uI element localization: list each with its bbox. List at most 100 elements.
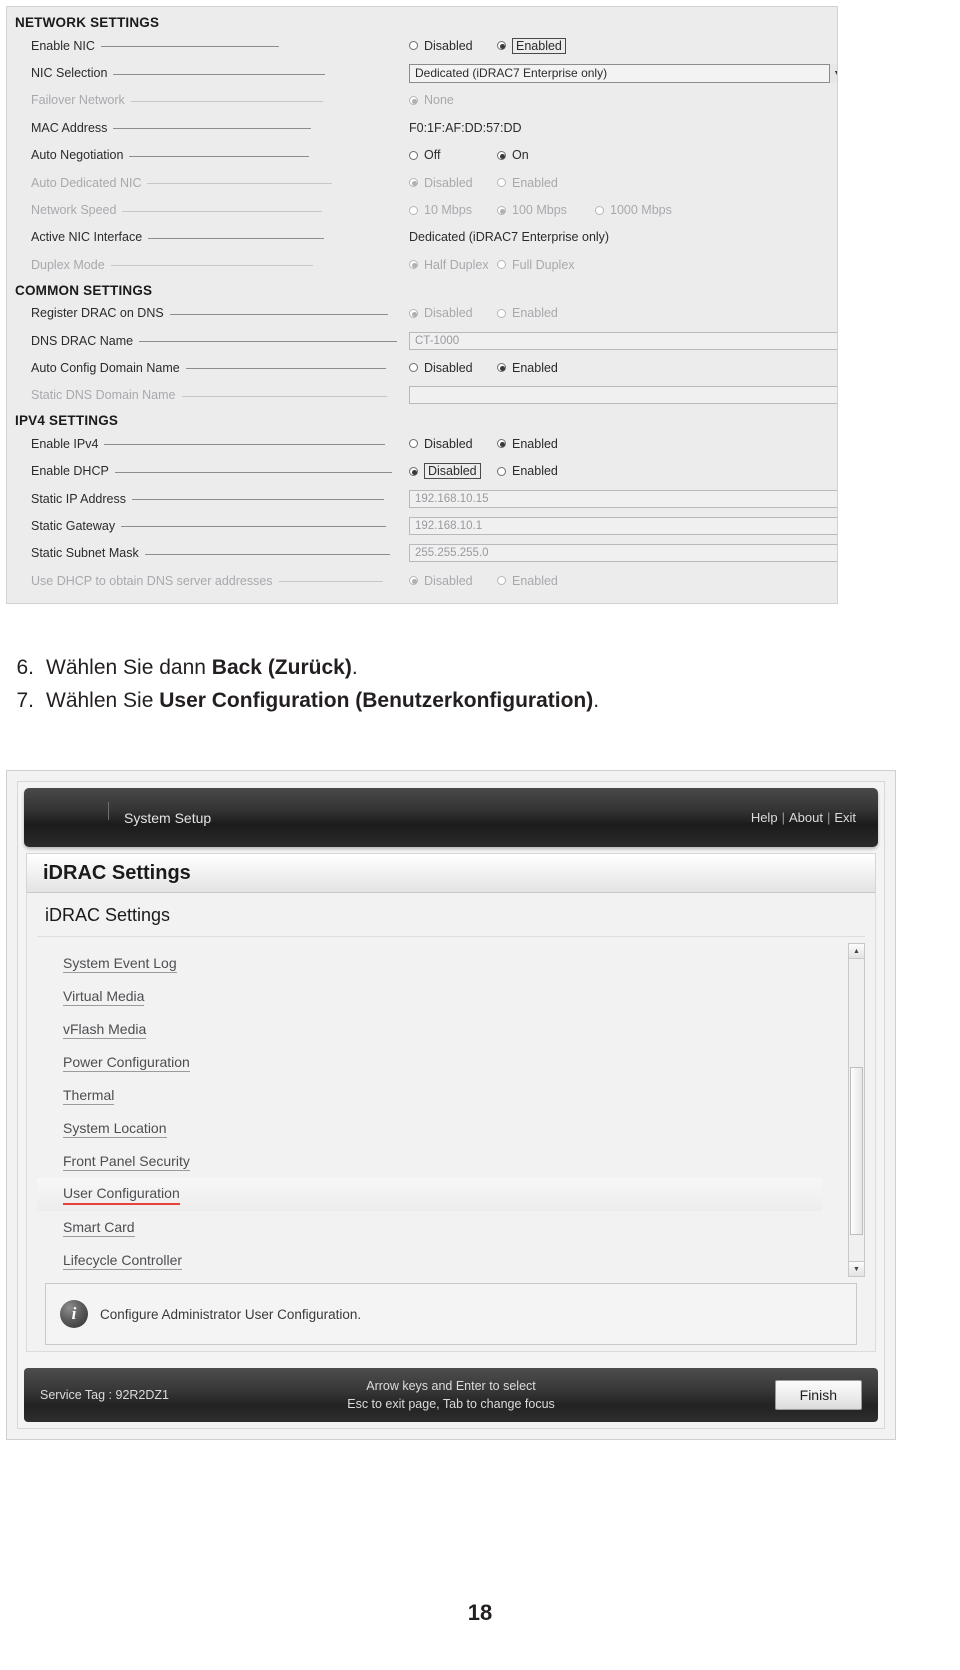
radio-label: Enabled — [512, 306, 558, 321]
setting-row: Register DRAC on DNS Disabled Enabled — [13, 300, 837, 327]
radio-option[interactable]: Disabled — [409, 39, 497, 53]
page-heading: iDRAC Settings — [37, 901, 865, 938]
menu-item-user-configuration[interactable]: User Configuration — [37, 1178, 822, 1212]
leader-line — [110, 265, 313, 267]
radio-option[interactable]: Enabled — [497, 437, 595, 451]
help-link[interactable]: Help — [751, 810, 778, 825]
radio-option[interactable]: Disabled — [409, 306, 497, 320]
setting-value: Off On — [409, 148, 595, 162]
vertical-scrollbar[interactable]: ▲ ▼ — [848, 943, 865, 1278]
scrollbar-track[interactable] — [849, 959, 864, 1261]
setting-value: Disabled Enabled — [409, 463, 595, 480]
radio-label: Enabled — [512, 464, 558, 479]
radio-option[interactable]: 100 Mbps — [497, 203, 595, 217]
radio-option[interactable]: 10 Mbps — [409, 203, 497, 217]
network-settings-screenshot: NETWORK SETTINGS Enable NIC Disabled Enable… — [6, 6, 838, 604]
radio-label: Disabled — [424, 38, 473, 53]
radio-option[interactable]: 1000 Mbps — [595, 203, 691, 217]
menu-item-system-event-log[interactable]: System Event Log — [37, 947, 842, 980]
setting-label: Auto Config Domain Name — [31, 360, 180, 375]
leader-line — [147, 183, 333, 185]
setting-label: Static Gateway — [31, 518, 116, 533]
radio-label: 1000 Mbps — [610, 203, 672, 218]
setting-value: None — [409, 93, 497, 107]
radio-option[interactable]: Disabled — [409, 361, 497, 375]
section-heading: COMMON SETTINGS — [15, 282, 153, 298]
scrollbar-thumb[interactable] — [850, 1067, 863, 1236]
radio-option[interactable]: Full Duplex — [497, 258, 595, 272]
menu-item-label: Smart Card — [63, 1219, 135, 1238]
menu-item-virtual-media[interactable]: Virtual Media — [37, 980, 842, 1013]
hint-line-1: Arrow keys and Enter to select — [366, 1379, 536, 1394]
system-setup-label: System Setup — [46, 801, 211, 826]
menu-item-label: Power Configuration — [63, 1054, 190, 1073]
radio-dot-icon — [409, 205, 418, 215]
menu-item-thermal[interactable]: Thermal — [37, 1079, 842, 1112]
leader-line — [278, 581, 383, 583]
link-separator-1: | — [781, 810, 785, 826]
exit-link[interactable]: Exit — [834, 810, 856, 825]
step-7-post: . — [593, 688, 600, 712]
step-6: 6. Wählen Sie dann Back (Zurück). — [0, 655, 960, 682]
menu-item-system-location[interactable]: System Location — [37, 1112, 842, 1145]
radio-option[interactable]: Disabled — [409, 176, 497, 190]
leader-line — [129, 155, 310, 157]
text-field[interactable]: 192.168.10.1 — [409, 516, 837, 535]
setting-value: 10 Mbps 100 Mbps 1000 Mbps — [409, 203, 691, 217]
about-link[interactable]: About — [789, 810, 823, 825]
radio-option[interactable]: Enabled — [497, 37, 595, 54]
radio-option[interactable]: On — [497, 148, 595, 162]
text-field[interactable]: 255.255.255.0 — [409, 544, 837, 563]
menu-item-label: Virtual Media — [63, 988, 145, 1007]
setting-row: Enable DHCP Disabled Enabled — [13, 457, 837, 484]
radio-option[interactable]: Off — [409, 148, 497, 162]
text-field[interactable]: CT-1000 — [409, 331, 837, 350]
radio-option[interactable]: Enabled — [497, 574, 595, 588]
dropdown-nic-selection[interactable]: Dedicated (iDRAC7 Enterprise only)▼ — [409, 63, 837, 83]
step-7-bold: User Configuration (Benutzerkonfiguratio… — [159, 688, 594, 712]
setting-label: Active NIC Interface — [31, 230, 143, 245]
leader-line — [113, 73, 326, 75]
radio-option[interactable]: None — [409, 93, 497, 107]
menu-item-front-panel-security[interactable]: Front Panel Security — [37, 1145, 842, 1178]
radio-dot-icon — [497, 363, 506, 373]
setting-row: Static DNS Domain Name — [13, 382, 837, 409]
window-titlebar: System Setup Help | About | Exit — [24, 788, 878, 848]
setting-row: NIC Selection Dedicated (iDRAC7 Enterpris… — [13, 59, 837, 86]
setting-label: Enable IPv4 — [31, 436, 99, 451]
info-text: Configure Administrator User Configurati… — [100, 1306, 362, 1322]
radio-option[interactable]: Enabled — [497, 464, 595, 478]
radio-option[interactable]: Half Duplex — [409, 258, 497, 272]
radio-option[interactable]: Disabled — [409, 574, 497, 588]
service-tag: Service Tag : 92R2DZ1 — [40, 1388, 169, 1403]
radio-dot-icon — [497, 205, 506, 215]
menu-item-smart-card[interactable]: Smart Card — [37, 1211, 842, 1244]
setting-row: Failover Network None — [13, 87, 837, 114]
setting-value: Disabled Enabled — [409, 437, 595, 451]
page-tab-idrac-settings[interactable]: iDRAC Settings — [26, 853, 876, 894]
idrac-menu-list: System Event Log Virtual Media vFlash Medi… — [37, 943, 842, 1277]
instruction-steps: 6. Wählen Sie dann Back (Zurück). 7. Wäh… — [0, 655, 960, 721]
finish-button[interactable]: Finish — [774, 1380, 862, 1411]
radio-option[interactable]: Enabled — [497, 176, 595, 190]
text-field[interactable] — [409, 386, 837, 405]
text-field[interactable]: 192.168.10.15 — [409, 489, 837, 508]
static-value: Dedicated (iDRAC7 Enterprise only) — [409, 230, 610, 245]
radio-dot-icon — [409, 150, 418, 160]
radio-option[interactable]: Enabled — [497, 306, 595, 320]
radio-label: Enabled — [512, 37, 566, 54]
radio-option[interactable]: Disabled — [409, 463, 497, 480]
radio-option[interactable]: Enabled — [497, 361, 595, 375]
radio-dot-icon — [497, 178, 506, 188]
menu-item-lifecycle-controller[interactable]: Lifecycle Controller — [37, 1244, 842, 1277]
scroll-up-icon[interactable]: ▲ — [849, 944, 864, 960]
menu-item-vflash-media[interactable]: vFlash Media — [37, 1013, 842, 1046]
system-setup-window: System Setup Help | About | Exit iDRAC Setti… — [17, 781, 885, 1429]
setting-value: Dedicated (iDRAC7 Enterprise only)▼ — [409, 63, 837, 83]
leader-line — [114, 471, 392, 473]
scroll-down-icon[interactable]: ▼ — [849, 1261, 864, 1277]
radio-option[interactable]: Disabled — [409, 437, 497, 451]
static-value: F0:1F:AF:DD:57:DD — [409, 120, 522, 135]
menu-item-power-configuration[interactable]: Power Configuration — [37, 1046, 842, 1079]
chevron-down-icon[interactable]: ▼ — [829, 63, 837, 83]
